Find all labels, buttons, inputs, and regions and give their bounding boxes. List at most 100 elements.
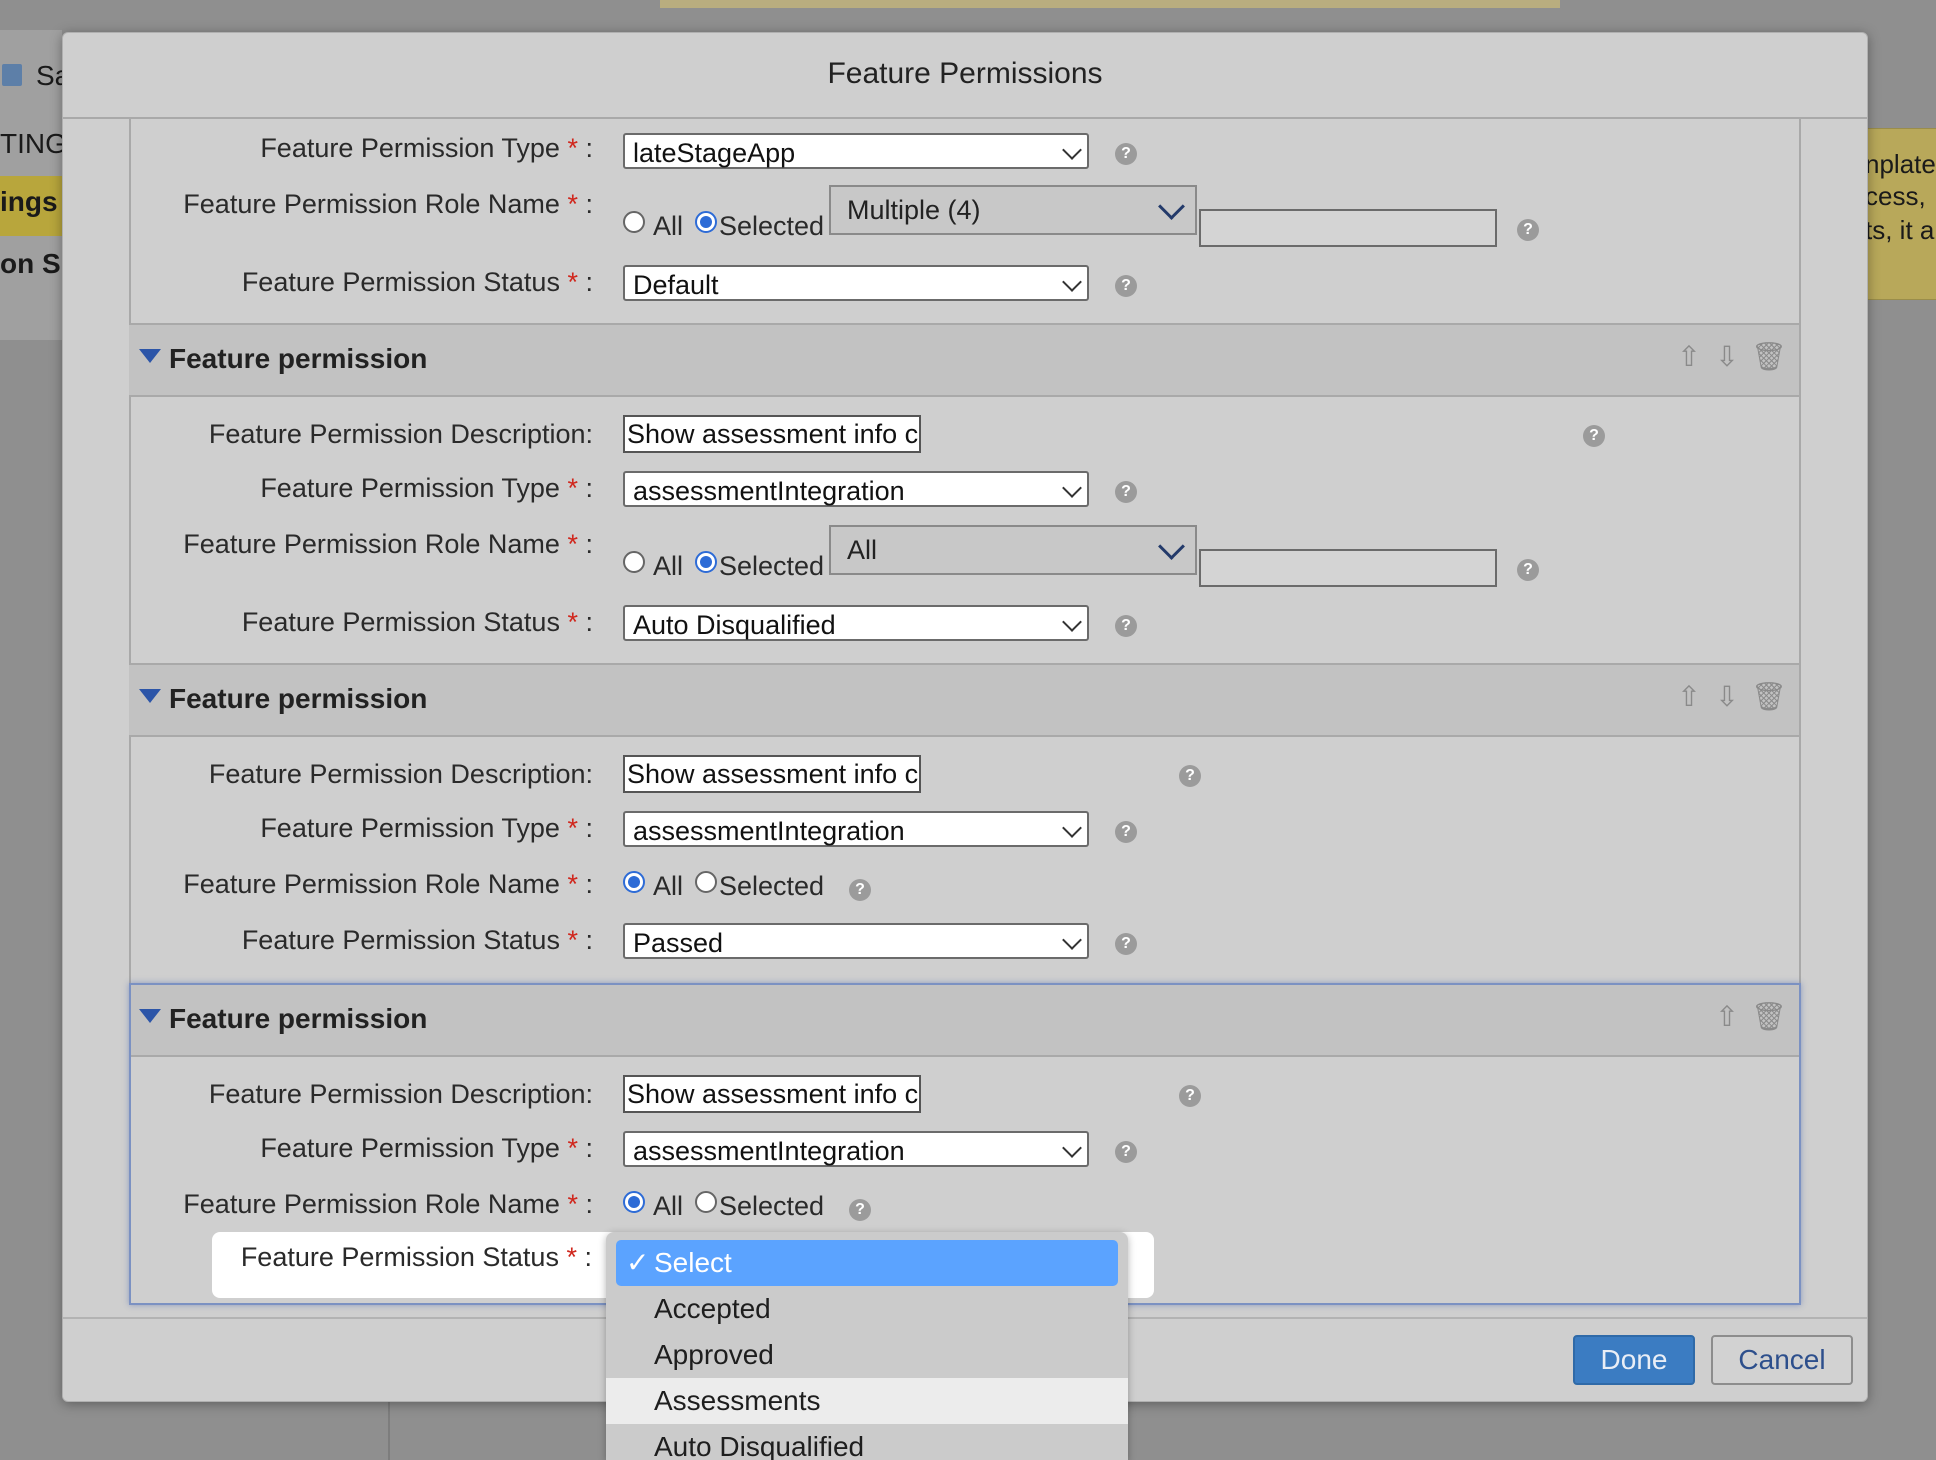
trash-icon[interactable]: 🗑 bbox=[1751, 341, 1787, 373]
trash-icon[interactable]: 🗑 bbox=[1751, 681, 1787, 713]
cancel-button[interactable]: Cancel bbox=[1711, 1335, 1853, 1385]
save-icon bbox=[2, 64, 22, 86]
feature-type-select[interactable]: assessmentIntegration bbox=[623, 1131, 1089, 1167]
role-selected-label: Selected bbox=[719, 1191, 825, 1221]
role-filter-input[interactable] bbox=[1199, 549, 1497, 587]
status-label: Feature Permission Status * : bbox=[241, 925, 593, 955]
help-icon[interactable]: ? bbox=[849, 879, 871, 901]
help-icon[interactable]: ? bbox=[1115, 275, 1137, 297]
move-down-icon[interactable]: ⇩ bbox=[1713, 681, 1741, 713]
checkmark-icon: ✓ bbox=[626, 1247, 650, 1278]
dropdown-option-select[interactable]: ✓ Select bbox=[616, 1240, 1118, 1286]
status-label: Feature Permission Status * : bbox=[241, 607, 593, 637]
bg-tab-text: TING bbox=[0, 128, 67, 159]
move-down-icon[interactable]: ⇩ bbox=[1713, 341, 1741, 373]
bg-nav-item: ings bbox=[0, 186, 58, 217]
chevron-down-icon bbox=[1062, 612, 1082, 632]
description-label: Feature Permission Description: bbox=[208, 759, 593, 789]
section-header[interactable]: Feature permission ⇧ ⇩ 🗑 bbox=[129, 323, 1799, 397]
help-icon[interactable]: ? bbox=[1115, 481, 1137, 503]
help-icon[interactable]: ? bbox=[1115, 615, 1137, 637]
done-button[interactable]: Done bbox=[1573, 1335, 1695, 1385]
chevron-down-icon bbox=[1062, 478, 1082, 498]
section-title: Feature permission bbox=[169, 1003, 428, 1034]
role-all-radio[interactable] bbox=[623, 871, 645, 893]
feature-type-select[interactable]: assessmentIntegration bbox=[623, 811, 1089, 847]
collapse-triangle-icon[interactable] bbox=[139, 349, 161, 363]
role-filter-input[interactable] bbox=[1199, 209, 1497, 247]
role-selected-radio[interactable] bbox=[695, 551, 717, 573]
background-banner bbox=[660, 0, 1560, 8]
role-all-radio[interactable] bbox=[623, 551, 645, 573]
help-icon[interactable]: ? bbox=[1115, 933, 1137, 955]
section-title: Feature permission bbox=[169, 343, 428, 374]
role-name-label: Feature Permission Role Name * : bbox=[183, 189, 593, 219]
help-icon[interactable]: ? bbox=[1115, 143, 1137, 165]
section-header[interactable]: Feature permission ⇧ 🗑 bbox=[129, 983, 1799, 1057]
dropdown-option-auto-disqualified[interactable]: Auto Disqualified bbox=[606, 1424, 1128, 1460]
bg-nav-item: on S bbox=[0, 248, 61, 279]
bg-info-text: nplate bbox=[1865, 149, 1936, 179]
section-title: Feature permission bbox=[169, 683, 428, 714]
collapse-triangle-icon[interactable] bbox=[139, 1009, 161, 1023]
role-multiselect[interactable]: All bbox=[829, 525, 1197, 575]
status-label: Feature Permission Status * : bbox=[240, 1242, 592, 1272]
bg-info-text: cess, bbox=[1865, 181, 1926, 211]
description-label: Feature Permission Description: bbox=[208, 419, 593, 449]
role-all-label: All bbox=[653, 211, 684, 241]
help-icon[interactable]: ? bbox=[1179, 1085, 1201, 1107]
help-icon[interactable]: ? bbox=[1115, 821, 1137, 843]
help-icon[interactable]: ? bbox=[1179, 765, 1201, 787]
status-select[interactable]: Default bbox=[623, 265, 1089, 301]
role-selected-radio[interactable] bbox=[695, 211, 717, 233]
section-header[interactable]: Feature permission ⇧ ⇩ 🗑 bbox=[129, 663, 1799, 737]
dropdown-option-approved[interactable]: Approved bbox=[606, 1332, 1128, 1378]
help-icon[interactable]: ? bbox=[1115, 1141, 1137, 1163]
status-label: Feature Permission Status * : bbox=[241, 267, 593, 297]
feature-type-select[interactable]: assessmentIntegration bbox=[623, 471, 1089, 507]
dropdown-option-assessments[interactable]: Assessments bbox=[606, 1378, 1128, 1424]
description-label: Feature Permission Description: bbox=[208, 1079, 593, 1109]
feature-type-select[interactable]: lateStageApp bbox=[623, 133, 1089, 169]
role-name-label: Feature Permission Role Name * : bbox=[183, 1189, 593, 1219]
chevron-down-icon bbox=[1062, 140, 1082, 160]
help-icon[interactable]: ? bbox=[849, 1199, 871, 1221]
help-icon[interactable]: ? bbox=[1517, 559, 1539, 581]
chevron-down-icon bbox=[1062, 272, 1082, 292]
role-multiselect[interactable]: Multiple (4) bbox=[829, 185, 1197, 235]
role-selected-radio[interactable] bbox=[695, 871, 717, 893]
description-input[interactable]: Show assessment info c bbox=[623, 415, 921, 453]
type-label: Feature Permission Type * : bbox=[260, 473, 593, 503]
move-up-icon[interactable]: ⇧ bbox=[1675, 681, 1703, 713]
collapse-triangle-icon[interactable] bbox=[139, 689, 161, 703]
role-selected-label: Selected bbox=[719, 211, 825, 241]
status-select[interactable]: Passed bbox=[623, 923, 1089, 959]
chevron-down-icon bbox=[1062, 930, 1082, 950]
help-icon[interactable]: ? bbox=[1583, 425, 1605, 447]
role-name-label: Feature Permission Role Name * : bbox=[183, 529, 593, 559]
chevron-down-icon bbox=[1158, 193, 1185, 220]
status-select[interactable]: Auto Disqualified bbox=[623, 605, 1089, 641]
role-selected-label: Selected bbox=[719, 551, 825, 581]
type-label: Feature Permission Type * : bbox=[260, 813, 593, 843]
help-icon[interactable]: ? bbox=[1517, 219, 1539, 241]
move-up-icon[interactable]: ⇧ bbox=[1675, 341, 1703, 373]
description-input[interactable]: Show assessment info c bbox=[623, 755, 921, 793]
feature-permissions-dialog: Feature Permissions Feature Permission T… bbox=[62, 32, 1868, 1402]
bg-info-text: ts, it a bbox=[1865, 215, 1935, 245]
role-name-label: Feature Permission Role Name * : bbox=[183, 869, 593, 899]
background-info-panel: nplate cess, ts, it a bbox=[1864, 128, 1936, 300]
chevron-down-icon bbox=[1158, 533, 1185, 560]
dialog-title: Feature Permissions bbox=[827, 57, 1103, 90]
move-up-icon[interactable]: ⇧ bbox=[1713, 1001, 1741, 1033]
description-input[interactable]: Show assessment info c bbox=[623, 1075, 921, 1113]
role-all-radio[interactable] bbox=[623, 211, 645, 233]
chevron-down-icon bbox=[1062, 1138, 1082, 1158]
dropdown-option-accepted[interactable]: Accepted bbox=[606, 1286, 1128, 1332]
chevron-down-icon bbox=[1062, 818, 1082, 838]
trash-icon[interactable]: 🗑 bbox=[1751, 1001, 1787, 1033]
role-all-radio[interactable] bbox=[623, 1191, 645, 1213]
type-label: Feature Permission Type * : bbox=[260, 1133, 593, 1163]
role-selected-radio[interactable] bbox=[695, 1191, 717, 1213]
status-dropdown-list[interactable]: ✓ Select Accepted Approved Assessments Au… bbox=[606, 1232, 1128, 1460]
